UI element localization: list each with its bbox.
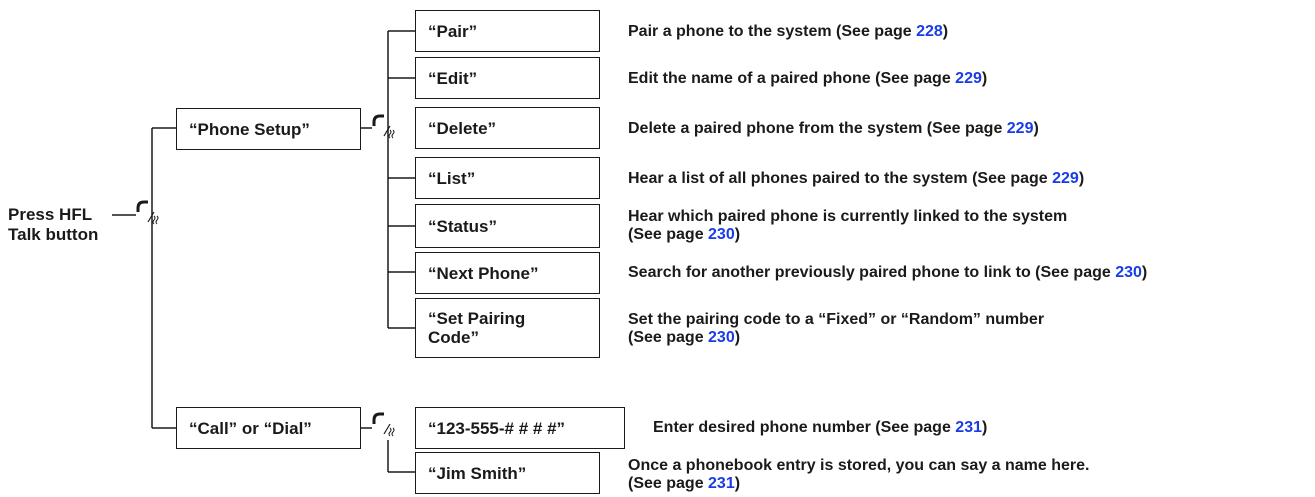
page-link[interactable]: 230 [708,226,735,243]
edit-box: “Edit” [415,57,600,99]
next-phone-label: “Next Phone” [428,263,539,283]
delete-box: “Delete” [415,107,600,149]
set-pairing-code-label: “Set Pairing Code” [428,309,526,347]
page-link[interactable]: 229 [1052,170,1079,187]
talk-icon [136,200,159,225]
edit-desc: Edit the name of a paired phone (See pag… [628,70,988,87]
start-line-1: Press HFL [8,205,93,224]
page-link[interactable]: 229 [1007,120,1034,137]
page-link[interactable]: 229 [955,70,982,87]
phone-number-label: “123-555-# # # #” [428,418,566,438]
phone-setup-label: “Phone Setup” [189,119,310,139]
pair-label: “Pair” [428,21,478,41]
status-label: “Status” [428,216,497,236]
list-box: “List” [415,157,600,199]
voice-command-diagram: Press HFL Talk button “Phone Setup” “Cal… [0,0,1315,497]
delete-desc: Delete a paired phone from the system (S… [628,120,1039,137]
list-label: “List” [428,168,476,188]
call-dial-label: “Call” or “Dial” [189,418,312,438]
next-phone-box: “Next Phone” [415,252,600,294]
status-box: “Status” [415,204,600,248]
page-link[interactable]: 231 [708,475,735,492]
page-link[interactable]: 230 [708,329,735,346]
start-label: Press HFL Talk button [8,205,98,245]
start-line-2: Talk button [8,225,99,244]
phone-number-box: “123-555-# # # #” [415,407,625,449]
call-dial-box: “Call” or “Dial” [176,407,361,449]
jim-smith-box: “Jim Smith” [415,452,600,494]
talk-icon [372,114,395,139]
set-pairing-code-desc: Set the pairing code to a “Fixed” or “Ra… [628,311,1045,346]
list-desc: Hear a list of all phones paired to the … [628,170,1085,187]
delete-label: “Delete” [428,118,497,138]
next-phone-desc: Search for another previously paired pho… [628,264,1148,281]
edit-label: “Edit” [428,68,478,88]
jim-smith-label: “Jim Smith” [428,463,527,483]
page-link[interactable]: 228 [916,23,943,40]
status-desc: Hear which paired phone is currently lin… [628,208,1068,243]
phone-number-desc: Enter desired phone number (See page 231… [653,419,988,436]
set-pairing-code-box: “Set Pairing Code” [415,298,600,358]
pair-box: “Pair” [415,10,600,52]
pair-desc: Pair a phone to the system (See page 228… [628,23,949,40]
phone-setup-box: “Phone Setup” [176,108,361,150]
page-link[interactable]: 230 [1115,264,1142,281]
talk-icon [372,412,395,437]
page-link[interactable]: 231 [955,419,982,436]
jim-smith-desc: Once a phonebook entry is stored, you ca… [628,457,1090,492]
